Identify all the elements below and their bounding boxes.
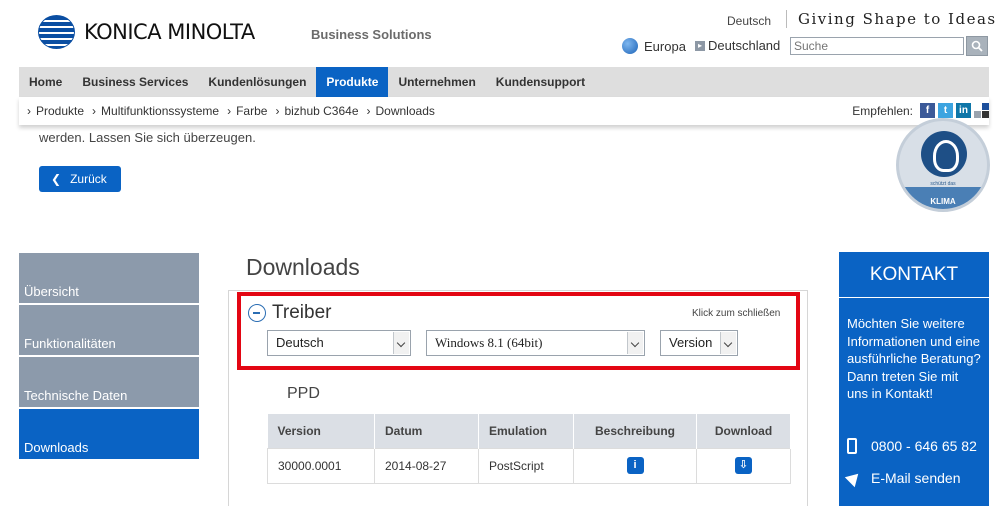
back-button-label: Zurück <box>70 172 107 186</box>
blue-angel-icon <box>921 131 967 177</box>
blue-angel-eco-badge: schützt das KLIMA <box>896 118 990 212</box>
download-icon[interactable]: ⇩ <box>735 457 752 474</box>
logo-globe-icon <box>38 15 75 49</box>
breadcrumb-item[interactable]: Farbe <box>227 104 267 118</box>
cell-download: ⇩ <box>696 447 791 484</box>
downloads-table: Version Datum Emulation Beschreibung Dow… <box>267 414 791 484</box>
globe-icon <box>622 38 638 54</box>
search-input[interactable] <box>790 37 964 55</box>
column-header: Emulation <box>478 414 574 448</box>
more-share-icon[interactable] <box>974 103 989 118</box>
cell-datum: 2014-08-27 <box>374 447 479 484</box>
highlight-box <box>237 292 800 370</box>
column-header: Beschreibung <box>573 414 697 448</box>
breadcrumb: Produkte Multifunktionssysteme Farbe biz… <box>19 97 989 125</box>
nav-kundenloesungen[interactable]: Kundenlösungen <box>198 67 316 97</box>
share-label: Empfehlen: <box>852 103 913 118</box>
info-icon[interactable]: i <box>626 457 644 474</box>
sidebar-item-uebersicht[interactable]: Übersicht <box>19 253 199 303</box>
contact-text: Möchten Sie weitere Informationen und ei… <box>847 316 981 401</box>
send-icon <box>844 468 864 488</box>
language-link[interactable]: Deutsch <box>727 14 771 28</box>
linkedin-icon[interactable]: in <box>956 103 971 118</box>
phone-icon <box>847 438 857 454</box>
tagline: Giving Shape to Ideas <box>798 10 997 28</box>
cell-beschreibung: i <box>573 447 697 484</box>
contact-box: KONTAKT Möchten Sie weitere Informatione… <box>839 252 989 506</box>
nav-kundensupport[interactable]: Kundensupport <box>486 67 595 97</box>
search-icon <box>971 40 983 52</box>
sidebar-item-funktionalitaeten[interactable]: Funktionalitäten <box>19 305 199 355</box>
header-divider <box>786 10 787 28</box>
region-country-link[interactable]: ▸ Deutschland <box>695 38 780 53</box>
ppd-group-label: PPD <box>287 385 320 402</box>
column-header: Datum <box>374 414 479 448</box>
page-title: Downloads <box>246 254 360 280</box>
nav-unternehmen[interactable]: Unternehmen <box>388 67 485 97</box>
column-header: Download <box>696 414 791 448</box>
breadcrumb-item[interactable]: Multifunktionssysteme <box>92 104 219 118</box>
brand-name: KONICA MINOLTA <box>84 20 255 44</box>
konica-minolta-logo[interactable]: KONICA MINOLTA <box>38 15 255 49</box>
chevron-left-icon: ❮ <box>51 172 62 186</box>
contact-title: KONTAKT <box>839 252 989 298</box>
region-europa-link[interactable]: Europa <box>622 38 686 54</box>
cell-emulation: PostScript <box>478 447 574 484</box>
contact-phone: 0800 - 646 65 82 <box>871 438 977 454</box>
breadcrumb-item: Downloads <box>367 104 435 118</box>
business-solutions-label: Business Solutions <box>311 27 432 42</box>
main-nav: Home Business Services Kundenlösungen Pr… <box>19 67 989 97</box>
search-button[interactable] <box>966 36 988 56</box>
nav-produkte[interactable]: Produkte <box>316 67 389 97</box>
table-row: 30000.0001 2014-08-27 PostScript i ⇩ <box>267 447 791 484</box>
breadcrumb-item[interactable]: bizhub C364e <box>275 104 358 118</box>
nav-business-services[interactable]: Business Services <box>72 67 198 97</box>
contact-email-label: E-Mail senden <box>871 470 961 486</box>
table-header-row: Version Datum Emulation Beschreibung Dow… <box>267 414 791 448</box>
arrow-right-icon: ▸ <box>695 40 705 51</box>
facebook-icon[interactable]: f <box>920 103 935 118</box>
region-country-label: Deutschland <box>708 38 781 53</box>
nav-home[interactable]: Home <box>19 67 72 97</box>
breadcrumb-item[interactable]: Produkte <box>27 104 84 118</box>
contact-email-link[interactable]: E-Mail senden <box>844 468 961 488</box>
intro-text: werden. Lassen Sie sich überzeugen. <box>39 130 256 145</box>
column-header: Version <box>267 414 375 448</box>
contact-phone-link[interactable]: 0800 - 646 65 82 <box>847 438 977 454</box>
back-button[interactable]: ❮ Zurück <box>39 166 121 192</box>
share-bar: Empfehlen: f t in <box>852 103 989 118</box>
sidebar-item-technische-daten[interactable]: Technische Daten <box>19 357 199 407</box>
sidebar-item-downloads[interactable]: Downloads <box>19 409 199 459</box>
twitter-icon[interactable]: t <box>938 103 953 118</box>
eco-badge-band: KLIMA <box>899 187 987 209</box>
cell-version: 30000.0001 <box>267 447 375 484</box>
region-europa-label: Europa <box>644 38 686 54</box>
